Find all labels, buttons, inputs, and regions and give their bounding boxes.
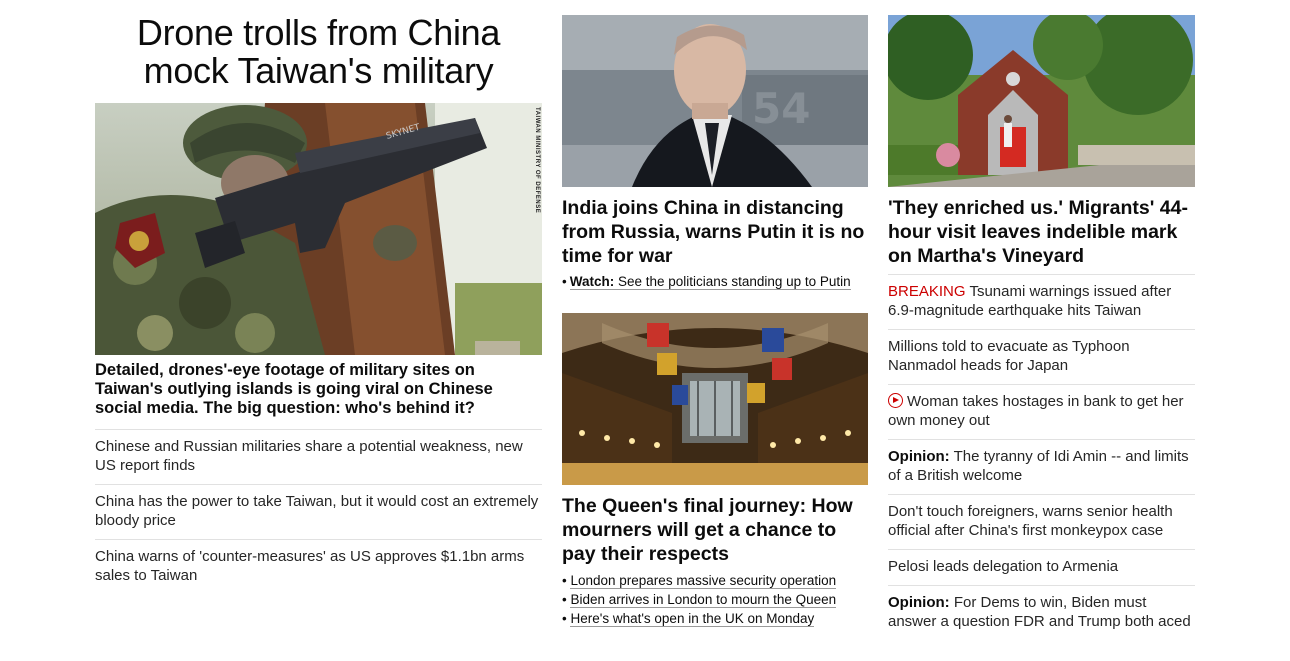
- list-item: Millions told to evacuate as Typhoon Nan…: [888, 329, 1195, 384]
- lead-summary-link[interactable]: Detailed, drones'-eye footage of militar…: [95, 361, 542, 418]
- opinion-link[interactable]: Opinion: The tyranny of Idi Amin -- and …: [888, 448, 1189, 484]
- related-story-link[interactable]: Chinese and Russian militaries share a p…: [95, 438, 523, 474]
- latest-news-list: BREAKING Tsunami warnings issued after 6…: [888, 274, 1195, 640]
- related-link[interactable]: Biden arrives in London to mourn the Que…: [570, 592, 837, 608]
- list-item: • Biden arrives in London to mourn the Q…: [562, 592, 837, 608]
- breaking-news-link[interactable]: BREAKING Tsunami warnings issued after 6…: [888, 283, 1171, 319]
- list-item: Don't touch foreigners, warns senior hea…: [888, 494, 1195, 549]
- related-story-link[interactable]: China warns of 'counter-measures' as US …: [95, 548, 524, 584]
- image-credit: TAIWAN MINISTRY OF DEFENSE: [534, 107, 540, 214]
- chapel-interior-photo: [562, 313, 868, 485]
- queen-related-links: • London prepares massive security opera…: [562, 571, 868, 628]
- list-item: China has the power to take Taiwan, but …: [95, 484, 542, 539]
- list-item: China warns of 'counter-measures' as US …: [95, 539, 542, 594]
- related-link[interactable]: Here's what's open in the UK on Monday: [570, 611, 815, 627]
- list-item: • London prepares massive security opera…: [562, 573, 837, 589]
- lead-story-image[interactable]: SKYNET TAIWAN MINISTRY OF DEFENSE: [95, 103, 542, 355]
- lead-headline[interactable]: Drone trolls from China mock Taiwan's mi…: [95, 14, 542, 90]
- opinion-label: Opinion:: [888, 594, 950, 611]
- ship-number: 54: [752, 84, 810, 133]
- related-stories-list: Chinese and Russian militaries share a p…: [95, 429, 542, 594]
- marthas-vineyard-image[interactable]: [888, 15, 1195, 187]
- list-item: Woman takes hostages in bank to get her …: [888, 384, 1195, 439]
- video-news-link[interactable]: Woman takes hostages in bank to get her …: [888, 393, 1184, 429]
- watch-link-row: • Watch: See the politicians standing up …: [562, 273, 868, 290]
- opinion-link[interactable]: Opinion: For Dems to win, Biden must ans…: [888, 594, 1191, 630]
- list-item: BREAKING Tsunami warnings issued after 6…: [888, 274, 1195, 329]
- church-photo: [888, 15, 1195, 187]
- list-item: Opinion: The tyranny of Idi Amin -- and …: [888, 439, 1195, 494]
- related-story-link[interactable]: China has the power to take Taiwan, but …: [95, 493, 538, 529]
- putin-photo: 54: [562, 15, 868, 187]
- watch-video-link[interactable]: Watch: See the politicians standing up t…: [569, 274, 851, 290]
- bullet: •: [562, 274, 567, 289]
- headline-text: Woman takes hostages in bank to get her …: [888, 393, 1184, 429]
- watch-label: Watch:: [569, 274, 615, 289]
- putin-story-image[interactable]: 54: [562, 15, 868, 187]
- list-item: Chinese and Russian militaries share a p…: [95, 429, 542, 484]
- watch-text: See the politicians standing up to Putin: [618, 274, 851, 289]
- news-link[interactable]: Millions told to evacuate as Typhoon Nan…: [888, 338, 1130, 374]
- putin-headline[interactable]: India joins China in distancing from Rus…: [562, 196, 868, 268]
- opinion-label: Opinion:: [888, 448, 950, 465]
- related-link[interactable]: London prepares massive security operati…: [570, 573, 837, 589]
- queen-headline[interactable]: The Queen's final journey: How mourners …: [562, 494, 868, 566]
- news-link[interactable]: Pelosi leads delegation to Armenia: [888, 558, 1118, 575]
- list-item: Pelosi leads delegation to Armenia: [888, 549, 1195, 585]
- breaking-label: BREAKING: [888, 283, 966, 300]
- list-item: • Here's what's open in the UK on Monday: [562, 611, 815, 627]
- news-link[interactable]: Don't touch foreigners, warns senior hea…: [888, 503, 1173, 539]
- marthas-vineyard-headline[interactable]: 'They enriched us.' Migrants' 44-hour vi…: [888, 196, 1195, 268]
- play-video-icon: [888, 393, 903, 408]
- queen-story-image[interactable]: [562, 313, 868, 485]
- soldier-drone-gun-photo: SKYNET: [95, 103, 542, 355]
- list-item: Opinion: For Dems to win, Biden must ans…: [888, 585, 1195, 640]
